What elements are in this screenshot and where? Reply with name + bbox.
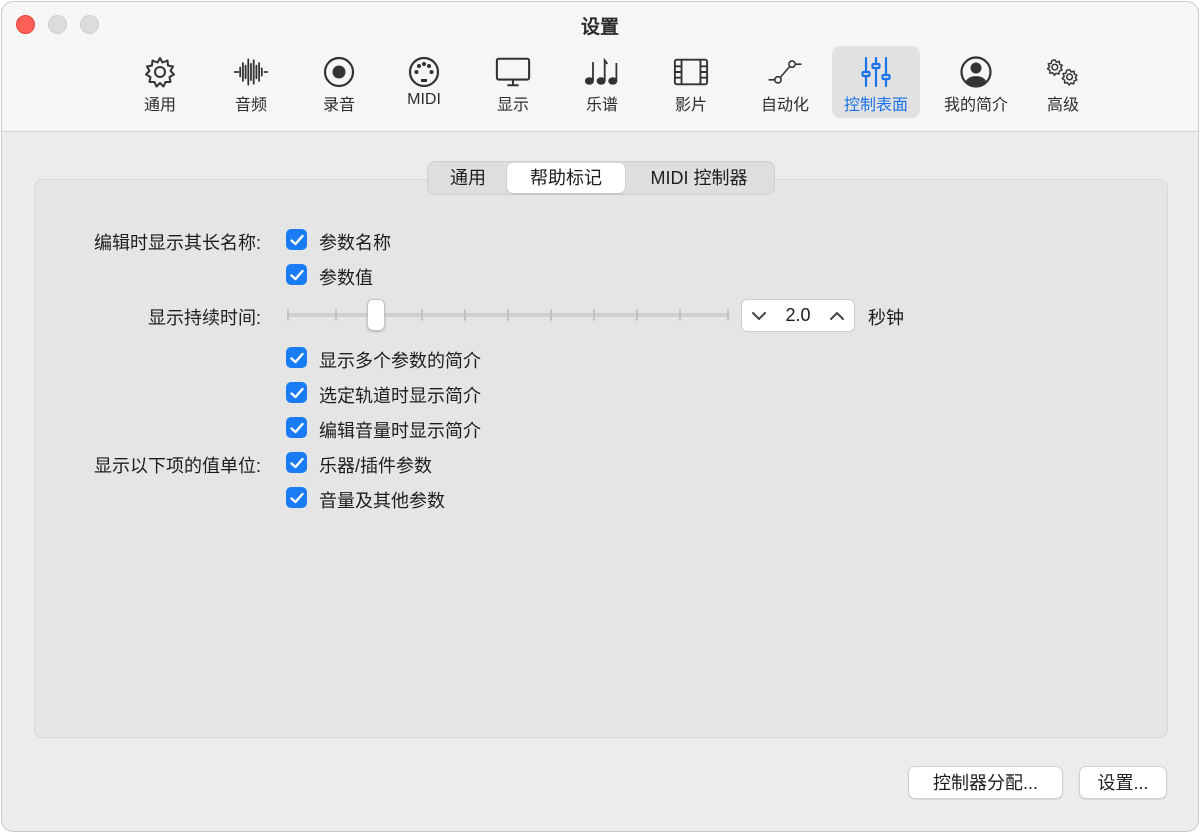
slider-tick	[507, 309, 509, 321]
units-label: 显示以下项的值单位:	[93, 456, 261, 476]
gear-icon	[142, 55, 178, 89]
toolbar-item-display[interactable]: 显示	[469, 46, 557, 118]
chevron-up-icon[interactable]	[828, 306, 846, 326]
track-select-checkbox[interactable]	[286, 382, 307, 403]
volume-edit-label: 编辑音量时显示简介	[319, 421, 481, 441]
window-title: 设置	[580, 17, 619, 38]
toolbar-label: 录音	[322, 97, 355, 114]
slider-tick	[593, 309, 595, 321]
instrument-params-label: 乐器/插件参数	[319, 456, 433, 476]
param-value-checkbox[interactable]	[286, 264, 307, 285]
person-icon	[958, 55, 994, 89]
slider-tick	[679, 309, 681, 321]
volume-params-label: 音量及其他参数	[319, 491, 445, 511]
multi-params-label: 显示多个参数的简介	[319, 351, 481, 371]
toolbar-item-recording[interactable]: 录音	[295, 46, 383, 118]
film-icon	[673, 55, 709, 89]
toolbar-label: MIDI	[407, 91, 441, 108]
settings-toolbar: 通用 音频 录音 MIDI 显示 乐谱 影片 自动化 控制表面 我的简介 高级	[2, 46, 1198, 122]
titlebar: 设置 通用 音频 录音 MIDI 显示 乐谱 影片 自动化 控制表面 我的简介 …	[2, 2, 1198, 132]
tab-segmented-control: 通用 帮助标记 MIDI 控制器	[427, 161, 775, 195]
volume-edit-checkbox[interactable]	[286, 417, 307, 438]
checkmark-icon	[289, 234, 304, 245]
checkmark-icon	[289, 269, 304, 280]
toolbar-label: 自动化	[760, 97, 809, 114]
gears-icon	[1045, 55, 1081, 89]
tab-general[interactable]: 通用	[430, 163, 506, 193]
sliders-icon	[858, 55, 894, 89]
param-value-label: 参数值	[319, 268, 373, 288]
toolbar-label: 乐谱	[585, 97, 618, 114]
waveform-icon	[233, 55, 269, 89]
monitor-icon	[495, 55, 531, 89]
checkmark-icon	[289, 387, 304, 398]
toolbar-item-score[interactable]: 乐谱	[558, 46, 646, 118]
slider-tick	[636, 309, 638, 321]
checkmark-icon	[289, 422, 304, 433]
slider-tick	[287, 309, 289, 321]
checkmark-icon	[289, 492, 304, 503]
instrument-params-checkbox[interactable]	[286, 452, 307, 473]
toolbar-label: 音频	[234, 97, 267, 114]
tab-help-tags[interactable]: 帮助标记	[507, 163, 625, 193]
record-icon	[321, 55, 357, 89]
track-select-label: 选定轨道时显示简介	[319, 386, 481, 406]
toolbar-item-general[interactable]: 通用	[116, 46, 204, 118]
duration-label: 显示持续时间:	[147, 308, 261, 328]
param-name-label: 参数名称	[319, 233, 391, 253]
checkmark-icon	[289, 352, 304, 363]
toolbar-label: 我的简介	[943, 97, 1008, 114]
slider-tick	[421, 309, 423, 321]
long-name-label: 编辑时显示其长名称:	[93, 233, 261, 253]
duration-slider-track[interactable]	[288, 313, 730, 317]
duration-stepper[interactable]: 2.0	[741, 299, 855, 332]
controller-assignments-button[interactable]: 控制器分配...	[908, 766, 1063, 799]
toolbar-item-movie[interactable]: 影片	[647, 46, 735, 118]
toolbar-item-audio[interactable]: 音频	[207, 46, 295, 118]
duration-slider-knob[interactable]	[367, 299, 386, 331]
slider-tick	[550, 309, 552, 321]
slider-tick	[464, 309, 466, 321]
param-name-checkbox[interactable]	[286, 229, 307, 250]
volume-params-checkbox[interactable]	[286, 487, 307, 508]
toolbar-label: 通用	[143, 97, 176, 114]
toolbar-label: 高级	[1046, 97, 1079, 114]
toolbar-item-my-info[interactable]: 我的简介	[932, 46, 1020, 118]
checkmark-icon	[289, 457, 304, 468]
midi-port-icon	[406, 55, 442, 89]
toolbar-label: 显示	[496, 97, 529, 114]
toolbar-label: 影片	[674, 97, 707, 114]
music-notes-icon	[584, 55, 620, 89]
toolbar-item-advanced[interactable]: 高级	[1019, 46, 1107, 118]
automation-icon	[767, 55, 803, 89]
slider-tick	[727, 309, 729, 321]
multi-params-checkbox[interactable]	[286, 347, 307, 368]
settings-window: 设置 通用 音频 录音 MIDI 显示 乐谱 影片 自动化 控制表面 我的简介 …	[1, 1, 1199, 832]
tab-midi-controllers[interactable]: MIDI 控制器	[626, 163, 772, 193]
settings-button[interactable]: 设置...	[1079, 766, 1167, 799]
toolbar-item-automation[interactable]: 自动化	[741, 46, 829, 118]
duration-unit: 秒钟	[868, 308, 904, 328]
toolbar-item-midi[interactable]: MIDI	[380, 46, 468, 118]
toolbar-item-control-surfaces[interactable]: 控制表面	[832, 46, 920, 118]
toolbar-label: 控制表面	[843, 97, 908, 114]
slider-tick	[335, 309, 337, 321]
